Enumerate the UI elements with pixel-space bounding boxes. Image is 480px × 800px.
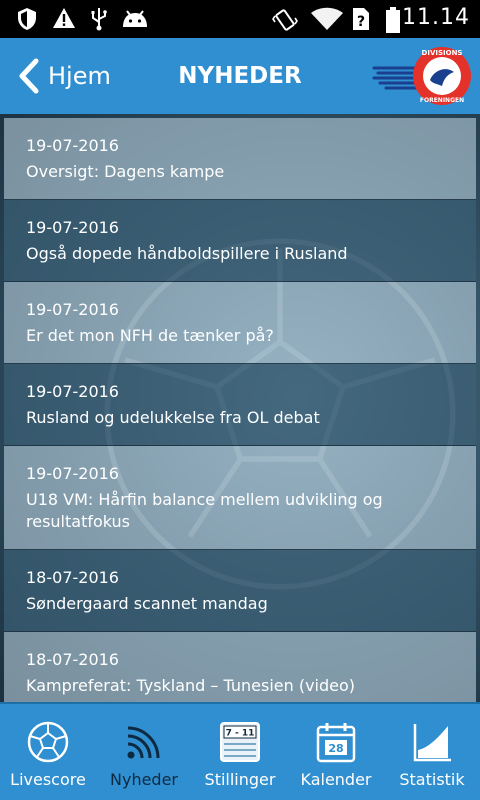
app-header: Hjem NYHEDER DIVISIONS FORENINGEN bbox=[0, 38, 480, 114]
news-list: 19-07-2016 Oversigt: Dagens kampe 19-07-20… bbox=[4, 118, 476, 702]
tab-label: Nyheder bbox=[110, 770, 178, 789]
news-item[interactable]: 18-07-2016 Søndergaard scannet mandag bbox=[4, 550, 476, 632]
standings-icon-text: 7 - 11 bbox=[226, 729, 255, 739]
news-title: Rusland og udelukkelse fra OL debat bbox=[26, 408, 320, 427]
rss-icon bbox=[127, 726, 160, 759]
news-content[interactable]: 19-07-2016 Oversigt: Dagens kampe 19-07-20… bbox=[0, 114, 480, 702]
news-title: Er det mon NFH de tænker på? bbox=[26, 326, 274, 345]
news-title: Søndergaard scannet mandag bbox=[26, 594, 268, 613]
news-date: 19-07-2016 bbox=[26, 464, 119, 483]
news-date: 19-07-2016 bbox=[26, 382, 119, 401]
tab-label: Statistik bbox=[399, 770, 465, 789]
warning-icon bbox=[53, 8, 75, 28]
news-item[interactable]: 19-07-2016 Er det mon NFH de tænker på? bbox=[4, 282, 476, 364]
wifi-icon bbox=[311, 7, 343, 30]
tab-label: Stillinger bbox=[204, 770, 276, 789]
tab-kalender[interactable]: 28 Kalender bbox=[288, 704, 384, 800]
tab-label: Kalender bbox=[300, 770, 372, 789]
shield-icon bbox=[18, 8, 36, 30]
news-item[interactable]: 19-07-2016 U18 VM: Hårfin balance mellem … bbox=[4, 446, 476, 550]
tab-statistik[interactable]: Statistik bbox=[384, 704, 480, 800]
news-date: 18-07-2016 bbox=[26, 650, 119, 669]
svg-text:?: ? bbox=[357, 14, 365, 30]
status-bar: ? 11.14 bbox=[0, 0, 480, 38]
logo-text-top: DIVISIONS bbox=[422, 49, 463, 57]
usb-icon bbox=[91, 8, 107, 31]
tab-livescore[interactable]: Livescore bbox=[0, 704, 96, 800]
tab-nyheder[interactable]: Nyheder bbox=[96, 704, 192, 800]
sim-unknown-icon: ? bbox=[353, 8, 369, 30]
news-title: U18 VM: Hårfin balance mellem udvikling … bbox=[26, 490, 383, 531]
logo-text-bottom: FORENINGEN bbox=[420, 97, 464, 104]
calendar-icon-text: 28 bbox=[328, 742, 343, 755]
chart-icon bbox=[413, 724, 451, 762]
news-title: Også dopede håndboldspillere i Rusland bbox=[26, 244, 348, 263]
tab-stillinger[interactable]: 7 - 11 Stillinger bbox=[192, 704, 288, 800]
news-date: 19-07-2016 bbox=[26, 218, 119, 237]
news-item[interactable]: 19-07-2016 Rusland og udelukkelse fra OL … bbox=[4, 364, 476, 446]
standings-icon: 7 - 11 bbox=[220, 722, 260, 762]
status-time: 11.14 bbox=[402, 5, 470, 30]
news-item[interactable]: 18-07-2016 Kampreferat: Tyskland – Tunesi… bbox=[4, 632, 476, 702]
news-title: Kampreferat: Tyskland – Tunesien (video) bbox=[26, 676, 356, 695]
news-item[interactable]: 19-07-2016 Oversigt: Dagens kampe bbox=[4, 118, 476, 200]
news-date: 19-07-2016 bbox=[26, 300, 119, 319]
news-title: Oversigt: Dagens kampe bbox=[26, 162, 225, 181]
calendar-icon: 28 bbox=[316, 723, 356, 763]
news-date: 18-07-2016 bbox=[26, 568, 119, 587]
tab-label: Livescore bbox=[10, 770, 86, 789]
vibrate-icon bbox=[272, 9, 298, 31]
divisionsforeningen-logo: DIVISIONS FORENINGEN bbox=[372, 47, 471, 105]
tab-bar: Livescore Nyheder 7 - 11 Stillinger 28 K… bbox=[0, 702, 480, 800]
news-date: 19-07-2016 bbox=[26, 136, 119, 155]
battery-icon bbox=[386, 7, 400, 33]
news-item[interactable]: 19-07-2016 Også dopede håndboldspillere i… bbox=[4, 200, 476, 282]
ball-icon bbox=[27, 721, 69, 763]
android-icon bbox=[123, 10, 147, 27]
